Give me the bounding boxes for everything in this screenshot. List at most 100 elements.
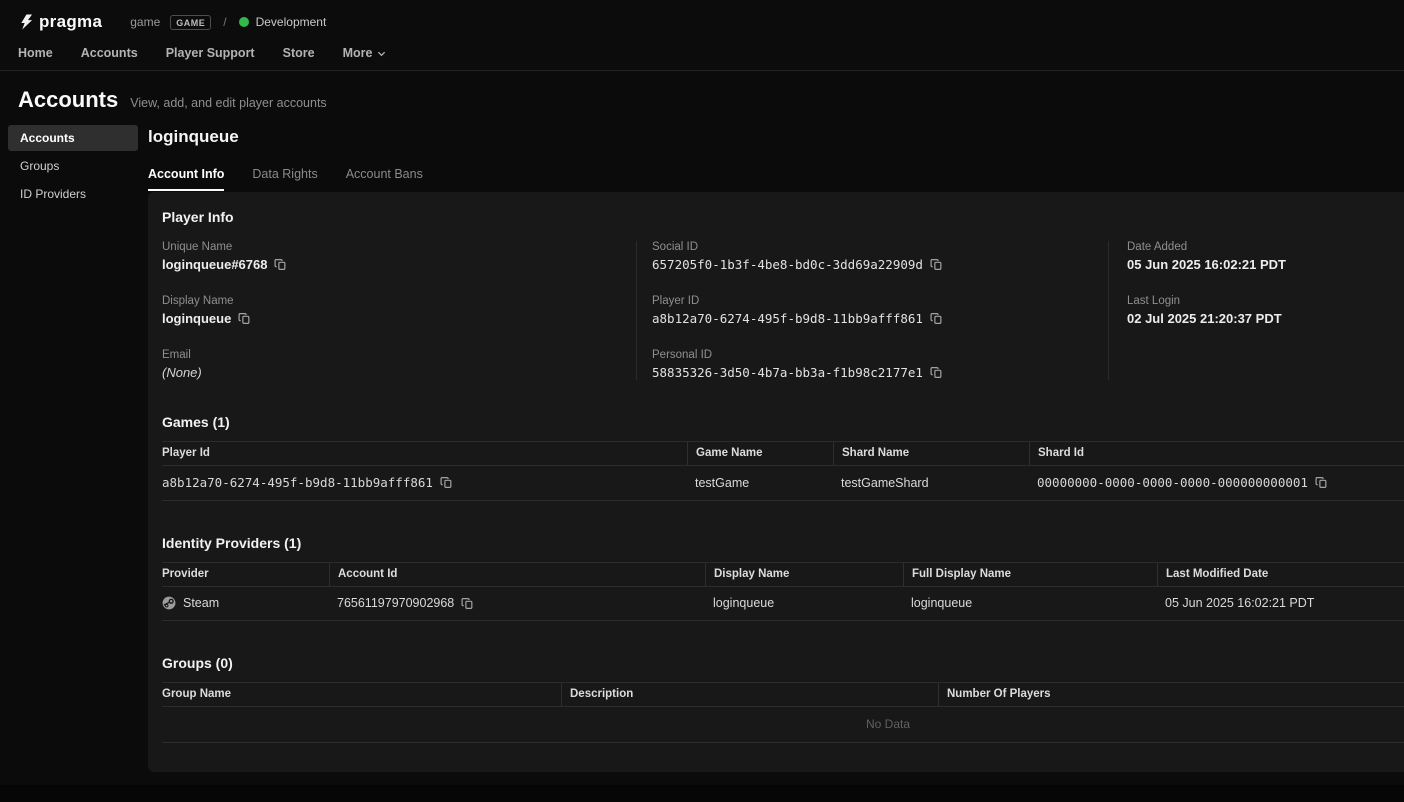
project-badge: GAME <box>170 15 211 30</box>
tab-data-rights[interactable]: Data Rights <box>252 167 317 191</box>
social-id-value: 657205f0-1b3f-4be8-bd0c-3dd69a22909d <box>652 257 923 272</box>
column-header: Description <box>561 683 938 706</box>
steam-icon <box>162 596 176 610</box>
breadcrumb-separator: / <box>223 15 226 29</box>
display-name-value: loginqueue <box>162 311 231 326</box>
page-bottom-strip <box>0 785 1404 802</box>
date-added-value: 05 Jun 2025 16:02:21 PDT <box>1127 257 1404 272</box>
personal-id-value: 58835326-3d50-4b7a-bb3a-f1b98c2177e1 <box>652 365 923 380</box>
games-row-player-id: a8b12a70-6274-495f-b9d8-11bb9afff861 <box>162 475 433 490</box>
last-login-value: 02 Jul 2025 21:20:37 PDT <box>1127 311 1404 326</box>
games-table-header: Player Id Game Name Shard Name Shard Id <box>162 442 1404 466</box>
topbar: pragma game GAME / Development Home Acco… <box>0 0 1404 71</box>
environment-selector[interactable]: Development <box>239 15 327 29</box>
nav-item-more-label: More <box>343 46 373 60</box>
groups-section: Groups (0) Group Name Description Number… <box>162 655 1404 743</box>
field-label: Personal ID <box>652 349 1108 361</box>
copy-icon[interactable] <box>274 258 287 271</box>
field-social-id: Social ID 657205f0-1b3f-4be8-bd0c-3dd69a… <box>652 241 1108 272</box>
main-nav: Home Accounts Player Support Store More <box>18 44 1386 62</box>
player-info-title: Player Info <box>162 209 1404 225</box>
games-row-shard-name: testGameShard <box>833 467 1029 500</box>
sidebar: Accounts Groups ID Providers <box>8 125 138 209</box>
sidebar-item-groups[interactable]: Groups <box>8 153 138 179</box>
column-header: Shard Name <box>833 442 1029 465</box>
column-header: Number Of Players <box>938 683 1404 706</box>
idp-row-last-modified-date: 05 Jun 2025 16:02:21 PDT <box>1157 587 1404 620</box>
field-label: Date Added <box>1127 241 1404 253</box>
field-label: Social ID <box>652 241 1108 253</box>
environment-status-icon <box>239 17 249 27</box>
nav-item-store[interactable]: Store <box>283 46 315 60</box>
account-info-card: Player Info Unique Name loginqueue#6768 … <box>148 192 1404 772</box>
unique-name-value: loginqueue#6768 <box>162 257 267 272</box>
idp-row-display-name: loginqueue <box>705 587 903 620</box>
tab-account-bans[interactable]: Account Bans <box>346 167 423 191</box>
copy-icon[interactable] <box>930 312 943 325</box>
sidebar-item-accounts[interactable]: Accounts <box>8 125 138 151</box>
table-row: a8b12a70-6274-495f-b9d8-11bb9afff861 tes… <box>162 466 1404 501</box>
field-email: Email (None) <box>162 349 636 380</box>
games-title: Games (1) <box>162 414 1404 430</box>
tab-account-info[interactable]: Account Info <box>148 167 224 191</box>
groups-table-header: Group Name Description Number Of Players <box>162 683 1404 707</box>
idp-row-provider: Steam <box>183 596 219 610</box>
field-player-id: Player ID a8b12a70-6274-495f-b9d8-11bb9a… <box>652 295 1108 326</box>
nav-item-home[interactable]: Home <box>18 46 53 60</box>
idp-row-full-display-name: loginqueue <box>903 587 1157 620</box>
column-header: Shard Id <box>1029 442 1404 465</box>
copy-icon[interactable] <box>440 476 453 489</box>
field-label: Display Name <box>162 295 636 307</box>
player-info-grid: Unique Name loginqueue#6768 Display Name… <box>162 241 1404 380</box>
field-unique-name: Unique Name loginqueue#6768 <box>162 241 636 272</box>
page-header: Accounts View, add, and edit player acco… <box>0 71 1404 125</box>
account-heading: loginqueue <box>148 127 1404 147</box>
field-last-login: Last Login 02 Jul 2025 21:20:37 PDT <box>1127 295 1404 326</box>
no-data-text: No Data <box>162 707 1404 742</box>
column-header: Group Name <box>162 683 561 706</box>
games-table: Player Id Game Name Shard Name Shard Id … <box>162 441 1404 501</box>
field-label: Email <box>162 349 636 361</box>
copy-icon[interactable] <box>1315 476 1328 489</box>
identity-providers-table: Provider Account Id Display Name Full Di… <box>162 562 1404 621</box>
copy-icon[interactable] <box>238 312 251 325</box>
field-label: Last Login <box>1127 295 1404 307</box>
games-row-game-name: testGame <box>687 467 833 500</box>
page-title: Accounts <box>18 87 118 113</box>
nav-item-accounts[interactable]: Accounts <box>81 46 138 60</box>
page-subtitle: View, add, and edit player accounts <box>130 96 326 110</box>
column-header: Game Name <box>687 442 833 465</box>
copy-icon[interactable] <box>461 597 474 610</box>
sidebar-item-id-providers[interactable]: ID Providers <box>8 181 138 207</box>
email-value: (None) <box>162 365 636 380</box>
column-header: Last Modified Date <box>1157 563 1404 586</box>
pragma-logo-icon <box>18 14 33 30</box>
nav-item-player-support[interactable]: Player Support <box>166 46 255 60</box>
field-label: Unique Name <box>162 241 636 253</box>
identity-providers-table-header: Provider Account Id Display Name Full Di… <box>162 563 1404 587</box>
chevron-down-icon <box>377 49 386 58</box>
project-name: game <box>130 15 160 29</box>
table-empty-row: No Data <box>162 707 1404 743</box>
field-display-name: Display Name loginqueue <box>162 295 636 326</box>
environment-name: Development <box>256 15 327 29</box>
copy-icon[interactable] <box>930 258 943 271</box>
identity-providers-title: Identity Providers (1) <box>162 535 1404 551</box>
copy-icon[interactable] <box>930 366 943 379</box>
groups-table: Group Name Description Number Of Players… <box>162 682 1404 743</box>
brand[interactable]: pragma <box>18 12 102 32</box>
field-personal-id: Personal ID 58835326-3d50-4b7a-bb3a-f1b9… <box>652 349 1108 380</box>
field-label: Player ID <box>652 295 1108 307</box>
column-header: Full Display Name <box>903 563 1157 586</box>
idp-row-account-id: 76561197970902968 <box>337 596 454 610</box>
player-id-value: a8b12a70-6274-495f-b9d8-11bb9afff861 <box>652 311 923 326</box>
column-header: Player Id <box>162 442 687 465</box>
groups-title: Groups (0) <box>162 655 1404 671</box>
column-header: Display Name <box>705 563 903 586</box>
nav-item-more[interactable]: More <box>343 46 387 60</box>
brand-name: pragma <box>39 12 102 32</box>
games-row-shard-id: 00000000-0000-0000-0000-000000000001 <box>1037 475 1308 490</box>
identity-providers-section: Identity Providers (1) Provider Account … <box>162 535 1404 621</box>
field-date-added: Date Added 05 Jun 2025 16:02:21 PDT <box>1127 241 1404 272</box>
column-header: Provider <box>162 563 329 586</box>
